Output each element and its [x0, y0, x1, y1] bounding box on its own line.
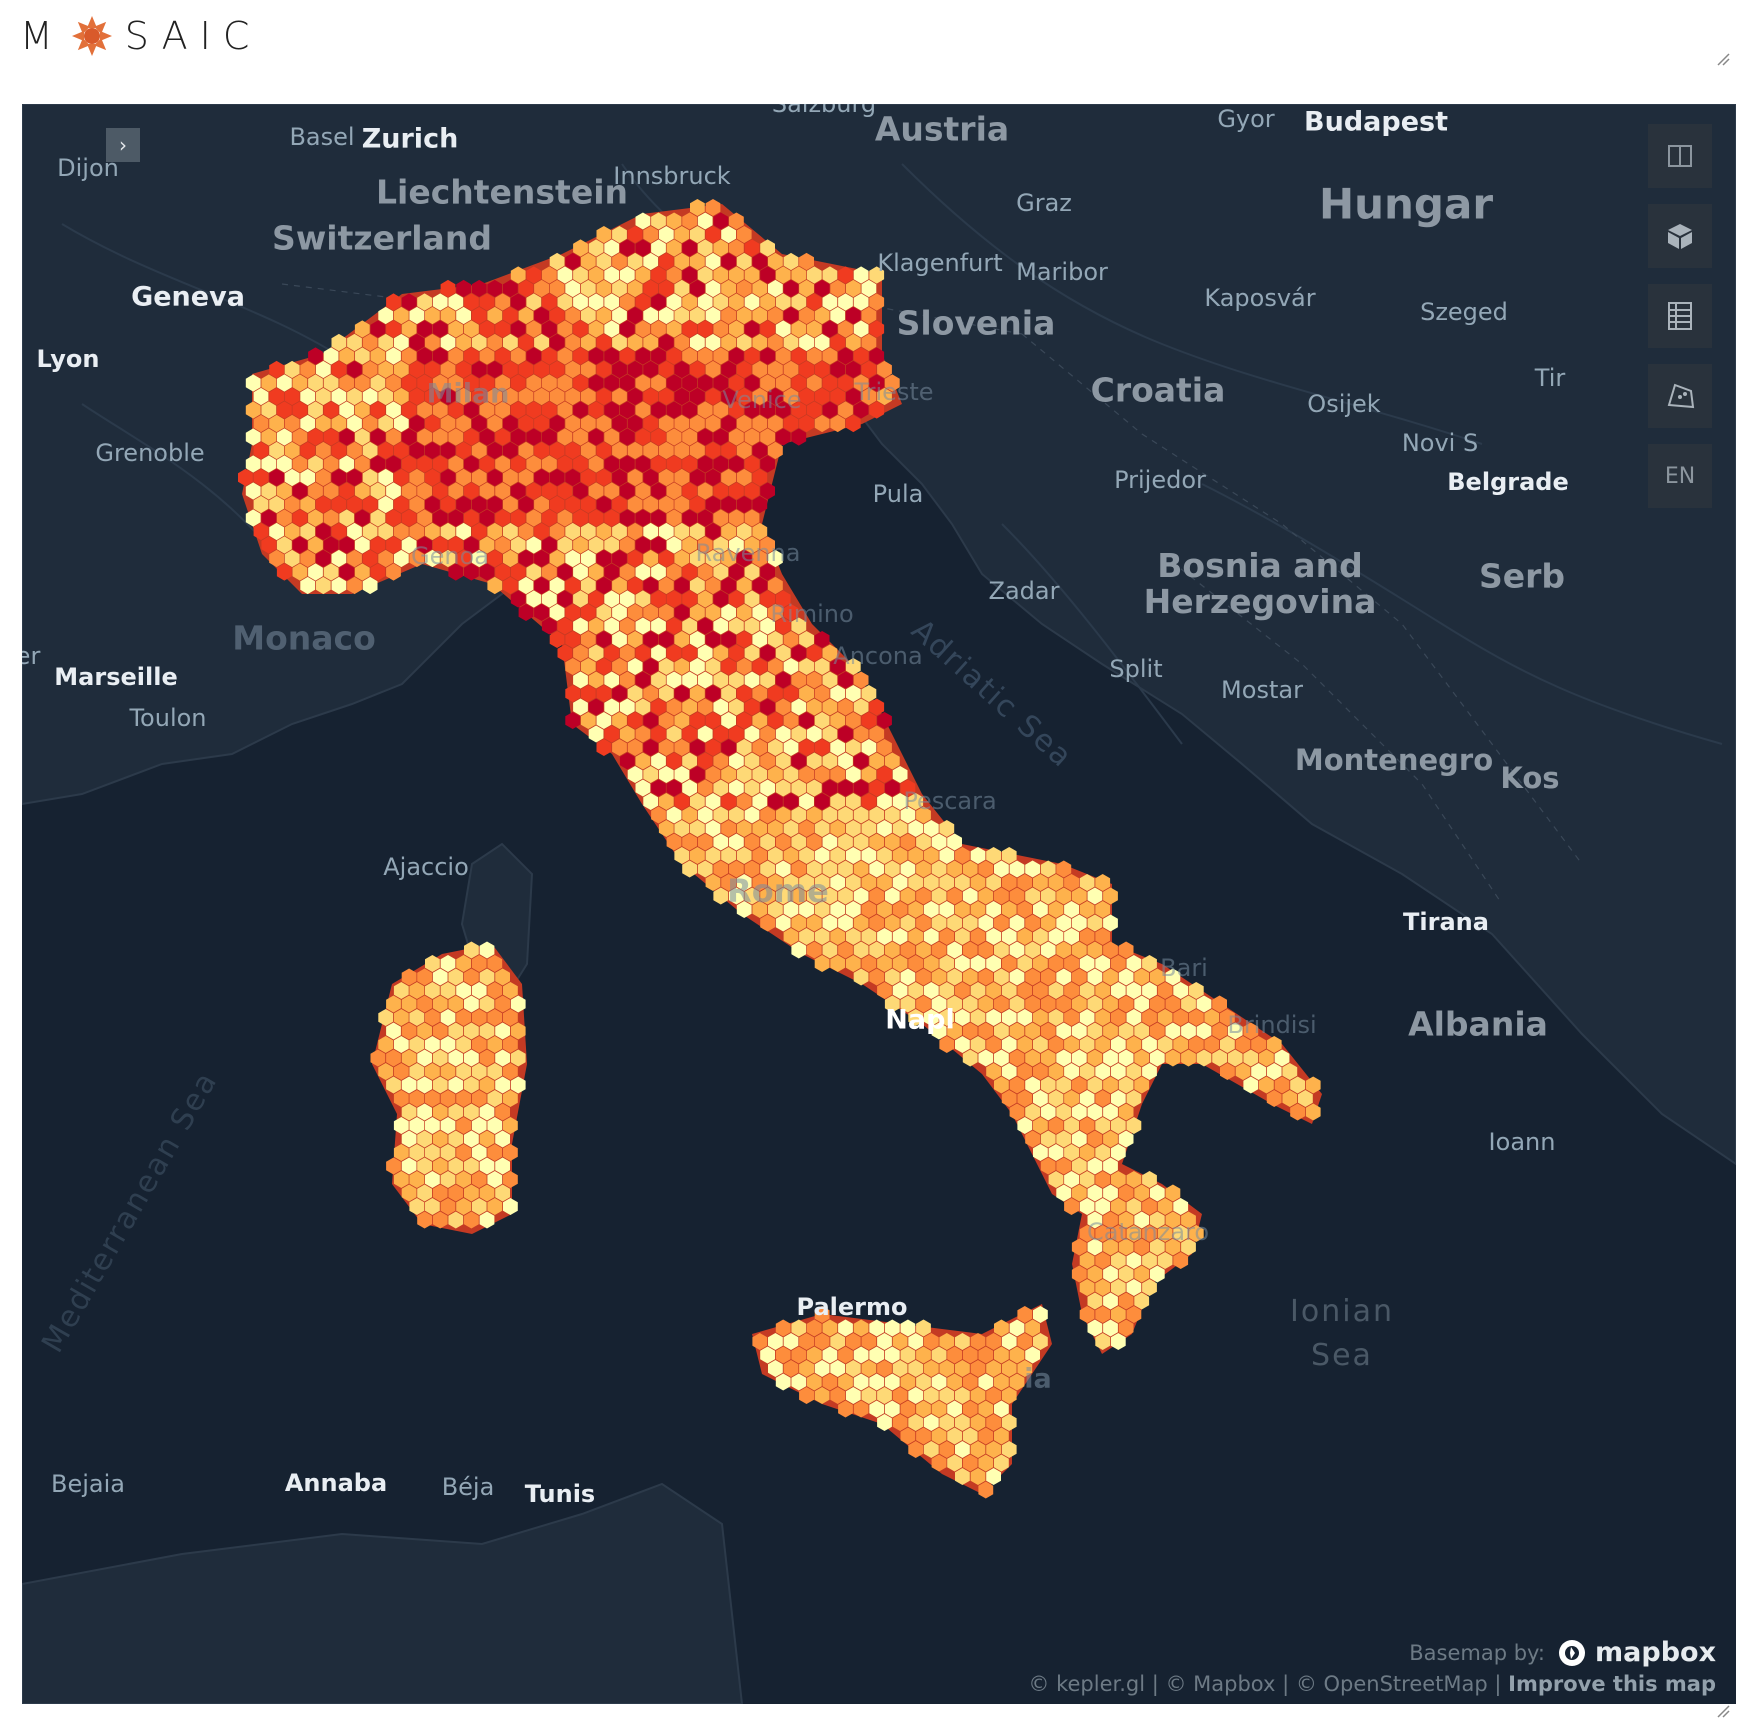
label-tirana-top: Tir — [1534, 364, 1566, 392]
label-zadar: Zadar — [988, 577, 1060, 605]
label-innsbruck: Innsbruck — [613, 162, 731, 190]
map-attribution: © kepler.gl | © Mapbox | © OpenStreetMap… — [1028, 1672, 1716, 1696]
3d-view-button[interactable] — [1648, 204, 1712, 268]
label-bejaia: Bejaia — [51, 1470, 125, 1498]
resize-handle-icon[interactable] — [1716, 52, 1730, 66]
label-slovenia: Slovenia — [896, 303, 1056, 343]
draw-polygon-button[interactable] — [1648, 364, 1712, 428]
basemap-by-label: Basemap by: — [1409, 1640, 1546, 1665]
label-graz: Graz — [1016, 189, 1072, 217]
label-klagenfurt: Klagenfurt — [877, 249, 1003, 277]
locale-label: EN — [1664, 463, 1696, 489]
label-bari: Bari — [1160, 954, 1208, 982]
label-gyor: Gyor — [1217, 105, 1275, 133]
label-zurich: Zurich — [361, 123, 459, 155]
3d-cube-icon — [1668, 224, 1692, 249]
label-grenoble: Grenoble — [95, 439, 205, 467]
label-rimini: Rimino — [770, 600, 854, 628]
label-split: Split — [1109, 655, 1163, 683]
resize-handle-icon[interactable] — [1716, 1704, 1730, 1718]
label-ravenna: Ravenna — [695, 539, 801, 567]
label-monaco: Monaco — [232, 618, 376, 658]
chevron-right-icon: › — [119, 133, 127, 157]
legend-icon — [1668, 302, 1692, 330]
label-geneva: Geneva — [131, 281, 245, 313]
logo-letter-m: M — [20, 14, 65, 58]
label-austria: Austria — [874, 109, 1010, 149]
label-belgrade: Belgrade — [1447, 468, 1569, 496]
label-brindisi: Brindisi — [1227, 1011, 1317, 1039]
label-ajaccio: Ajaccio — [383, 853, 469, 881]
label-prijedor: Prijedor — [1114, 466, 1206, 494]
label-palermo: Palermo — [796, 1293, 908, 1321]
improve-map-link[interactable]: Improve this map — [1508, 1672, 1716, 1696]
label-genoa: Genoa — [411, 542, 489, 570]
label-tirana: Tirana — [1403, 908, 1489, 936]
sidebar-toggle-button[interactable]: › — [106, 128, 140, 162]
label-ioannina: Ioann — [1488, 1128, 1556, 1156]
label-salzburg: Salzburg — [771, 104, 877, 118]
label-toulon: Toulon — [129, 704, 207, 732]
label-montenegro: Montenegro — [1294, 743, 1494, 777]
label-szeged: Szeged — [1420, 298, 1508, 326]
label-ionian-sea: Ionian Sea — [1290, 1294, 1394, 1373]
label-ancona: Ancona — [833, 642, 923, 670]
mapbox-logo[interactable]: mapbox — [1557, 1637, 1716, 1668]
draw-polygon-icon — [1667, 383, 1695, 409]
label-mostar: Mostar — [1221, 676, 1303, 704]
basemap-credit: Basemap by: mapbox — [1409, 1637, 1716, 1668]
mapbox-icon — [1559, 1639, 1586, 1666]
label-trieste: Trieste — [854, 378, 934, 406]
label-switzerland: Switzerland — [272, 218, 492, 258]
label-tunis: Tunis — [524, 1480, 596, 1508]
label-basel: Basel — [289, 123, 355, 151]
label-hungary: Hungar — [1318, 179, 1494, 229]
label-budapest: Budapest — [1304, 106, 1448, 138]
label-beja: Béja — [441, 1473, 495, 1501]
mosaic-flower-icon — [71, 16, 112, 56]
label-albania: Albania — [1408, 1004, 1548, 1044]
locale-button[interactable]: EN — [1648, 444, 1712, 508]
basemap — [22, 104, 1736, 1704]
label-novi-sad: Novi S — [1401, 429, 1479, 457]
attribution-text: © kepler.gl | © Mapbox | © OpenStreetMap… — [1028, 1672, 1509, 1696]
split-map-button[interactable] — [1648, 124, 1712, 188]
label-lyon: Lyon — [36, 345, 100, 373]
mosaic-logo: M SAIC — [20, 14, 261, 58]
label-milan: Milan — [426, 378, 510, 410]
label-catania: ia — [1024, 1363, 1052, 1395]
split-map-icon — [1668, 145, 1692, 167]
label-maribor: Maribor — [1016, 258, 1108, 286]
mapbox-label: mapbox — [1595, 1637, 1716, 1668]
label-catanzaro: Catanzaro — [1086, 1218, 1210, 1246]
label-osijek: Osijek — [1307, 390, 1381, 418]
label-naples: Napl — [885, 1004, 955, 1036]
label-kosovo: Kos — [1500, 761, 1560, 795]
label-pula: Pula — [872, 480, 924, 508]
label-pescara: Pescara — [903, 787, 997, 815]
label-liechtenstein: Liechtenstein — [375, 172, 629, 212]
label-annaba: Annaba — [284, 1469, 388, 1497]
label-serbia: Serb — [1478, 556, 1566, 596]
label-bosnia: Bosnia and Herzegovina — [1143, 546, 1377, 621]
map-canvas[interactable]: Salzburg Basel Zurich Dijon Liechtenstei… — [22, 104, 1736, 1704]
legend-button[interactable] — [1648, 284, 1712, 348]
logo-text: SAIC — [124, 14, 262, 58]
label-marseille: Marseille — [54, 663, 178, 691]
label-er: er — [22, 642, 41, 670]
label-venice: Venice — [722, 386, 802, 414]
label-rome: Rome — [727, 872, 829, 910]
label-kaposvar: Kaposvár — [1204, 284, 1316, 312]
label-croatia: Croatia — [1090, 370, 1226, 410]
